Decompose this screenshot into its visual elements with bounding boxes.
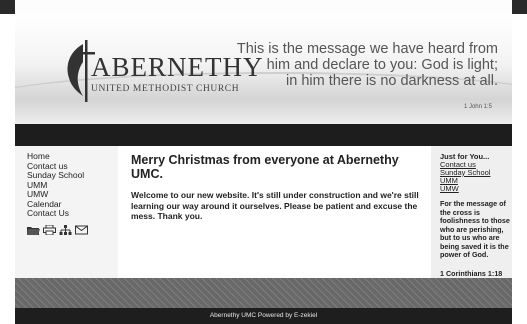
footer-texture xyxy=(15,278,512,308)
site-header: ABERNETHY UNITED METHODIST CHURCH This i… xyxy=(15,14,512,124)
folder-icon[interactable] xyxy=(27,222,40,235)
welcome-text: Welcome to our new website. It's still u… xyxy=(131,190,419,221)
logo-subtitle: UNITED METHODIST CHURCH xyxy=(91,84,240,94)
sitemap-icon[interactable] xyxy=(59,222,72,235)
header-verse: This is the message we have heard from h… xyxy=(228,41,498,89)
right-sidebar: Just for You... Contact us Sunday School… xyxy=(431,146,512,278)
sidebar-link-contact-us[interactable]: Contact Us xyxy=(27,208,118,219)
verse-reference: 1 John 1:5 xyxy=(463,104,492,110)
sidebar: Home Contact us Sunday School UMM UMW Ca… xyxy=(15,146,118,278)
mail-icon[interactable] xyxy=(75,222,88,234)
main-content: Merry Christmas from everyone at Abernet… xyxy=(118,146,431,278)
nav-band xyxy=(15,124,512,146)
page-frame: ABERNETHY UNITED METHODIST CHURCH This i… xyxy=(15,0,512,324)
printer-icon[interactable] xyxy=(43,222,56,235)
verse-line: This is the message we have heard from xyxy=(236,41,498,57)
scripture-reference: 1 Corinthians 1:18 xyxy=(440,268,503,278)
verse-line: him and declare to you: God is light; xyxy=(266,57,498,73)
page-title: Merry Christmas from everyone at Abernet… xyxy=(131,153,399,181)
verse-line: in him there is no darkness at all. xyxy=(286,73,498,89)
scripture-text: For the message of the cross is foolishn… xyxy=(440,199,510,259)
sidebar-icons xyxy=(27,222,118,235)
footer-credit: Abernethy UMC Powered by E-zekiel xyxy=(15,308,512,324)
right-link-umw[interactable]: UMW xyxy=(440,185,512,193)
